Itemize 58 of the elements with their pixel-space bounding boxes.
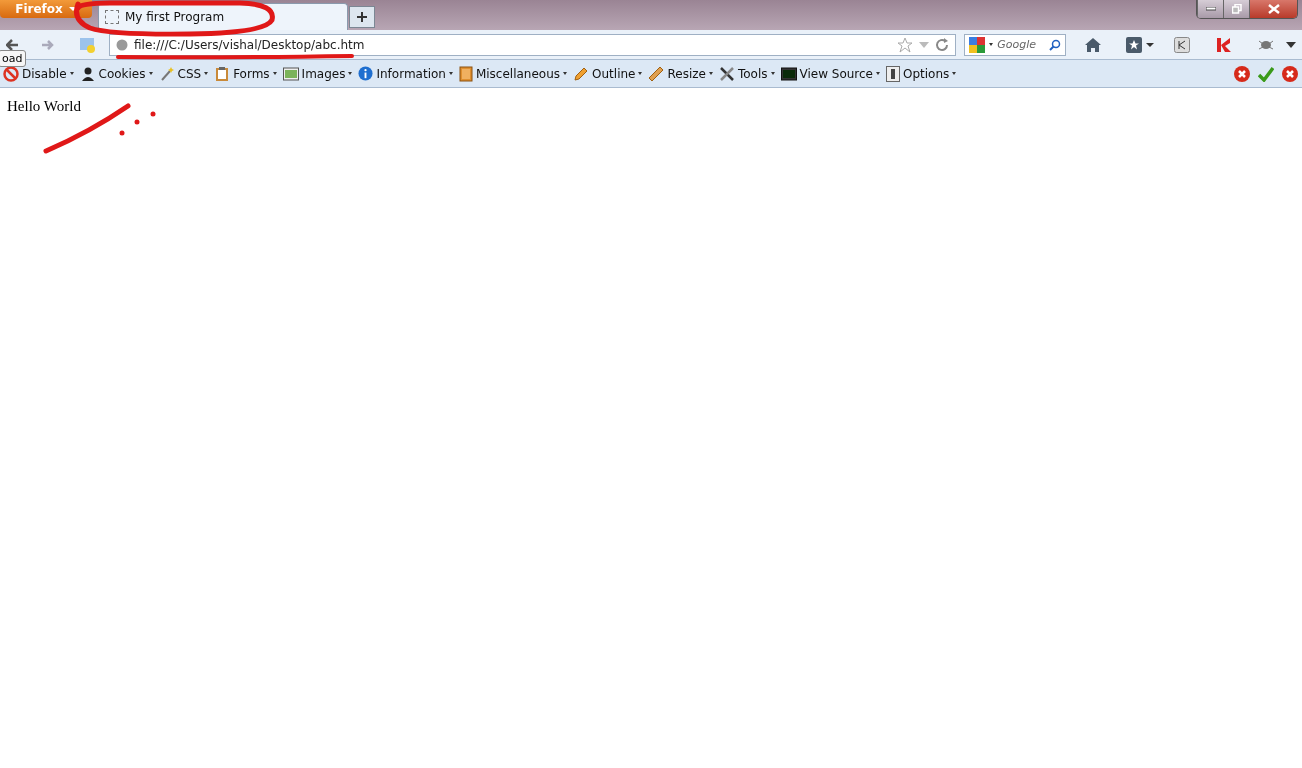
toolbar-menu-button[interactable]: Miscellaneous bbox=[457, 65, 569, 82]
letter-key-button[interactable] bbox=[1174, 36, 1190, 53]
home-button[interactable] bbox=[1084, 36, 1102, 53]
toolbar-menu-button[interactable]: Tools bbox=[717, 65, 776, 82]
switch-icon bbox=[886, 65, 900, 82]
image-icon bbox=[282, 66, 299, 81]
star-bookmarks-icon bbox=[1126, 36, 1154, 53]
toolbar-menu-button[interactable]: Forms bbox=[213, 65, 278, 82]
toolbar-menu-button[interactable]: Outline bbox=[572, 65, 644, 82]
checkmark-icon[interactable] bbox=[1258, 65, 1274, 82]
close-icon bbox=[1267, 4, 1280, 14]
prohibited-icon bbox=[3, 65, 19, 82]
caret-icon bbox=[1286, 40, 1296, 49]
tools-icon bbox=[718, 65, 735, 82]
toolbar-menu-button[interactable]: Information bbox=[357, 66, 454, 81]
home-icon bbox=[1084, 36, 1102, 53]
blank-page-icon bbox=[105, 10, 119, 24]
toolbar-menu-button[interactable]: CSS bbox=[157, 65, 210, 82]
search-icon[interactable] bbox=[1049, 38, 1061, 51]
minimize-icon bbox=[1205, 7, 1216, 11]
search-field[interactable]: Google bbox=[964, 33, 1066, 56]
toolbar-menu-button[interactable]: Options bbox=[885, 65, 958, 82]
bookmark-star-icon[interactable] bbox=[897, 36, 914, 53]
back-arrow-icon bbox=[6, 38, 19, 51]
magic-wand-icon bbox=[158, 65, 175, 82]
k-logo-icon bbox=[1216, 36, 1232, 53]
toolbar-menu-button[interactable]: Images bbox=[281, 66, 354, 81]
clipboard-icon bbox=[214, 65, 231, 82]
overflow-button[interactable] bbox=[1286, 40, 1296, 49]
error-icon[interactable] bbox=[1282, 65, 1298, 82]
k-logo-button[interactable] bbox=[1216, 36, 1232, 53]
new-tab-button[interactable] bbox=[349, 6, 375, 28]
minimize-button[interactable] bbox=[1197, 0, 1223, 18]
pencil-icon bbox=[573, 65, 590, 82]
letter-key-icon bbox=[1174, 36, 1190, 53]
back-button[interactable] bbox=[6, 38, 19, 51]
toolbar-menu-button[interactable]: Disable bbox=[2, 65, 75, 82]
book-icon bbox=[458, 65, 473, 82]
info-icon bbox=[358, 66, 374, 81]
page-text: Hello World bbox=[7, 98, 82, 115]
restore-button[interactable] bbox=[1223, 0, 1249, 18]
site-identity-icon bbox=[79, 35, 97, 54]
toolbar-menu-button[interactable]: Resize bbox=[647, 65, 714, 82]
address-bar[interactable]: file:///C:/Users/vishal/Desktop/abc.htm bbox=[109, 33, 957, 56]
forward-arrow-icon bbox=[41, 37, 55, 52]
tooltip: oad bbox=[0, 50, 27, 67]
ruler-icon bbox=[648, 65, 665, 82]
bookmarks-button[interactable] bbox=[1126, 36, 1154, 53]
toolbar-menu-button[interactable]: Cookies bbox=[78, 65, 154, 82]
plus-icon bbox=[356, 11, 368, 23]
toolbar-menu-button[interactable]: View Source bbox=[779, 66, 881, 81]
restore-icon bbox=[1231, 4, 1242, 14]
google-logo-icon bbox=[969, 36, 986, 53]
error-icon[interactable] bbox=[1234, 65, 1250, 82]
close-button[interactable] bbox=[1249, 0, 1297, 18]
reload-icon[interactable] bbox=[935, 37, 950, 52]
person-icon bbox=[79, 65, 96, 82]
terminal-icon bbox=[780, 66, 797, 81]
